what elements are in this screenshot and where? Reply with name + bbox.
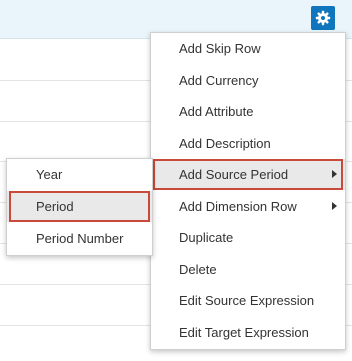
menu-item-label: Edit Source Expression	[179, 293, 315, 308]
source-period-submenu: Year Period Period Number	[6, 158, 153, 256]
menu-item-edit-target-expression[interactable]: Edit Target Expression	[151, 317, 345, 348]
menu-item-add-attribute[interactable]: Add Attribute	[151, 96, 345, 127]
menu-item-delete[interactable]: Delete	[151, 254, 345, 285]
submenu-item-year[interactable]: Year	[7, 159, 152, 190]
menu-item-add-skip-row[interactable]: Add Skip Row	[151, 33, 345, 64]
submenu-item-label: Period	[36, 199, 74, 214]
menu-item-label: Add Source Period	[179, 167, 289, 182]
menu-item-add-dimension-row[interactable]: Add Dimension Row	[151, 191, 345, 222]
menu-item-label: Add Currency	[179, 72, 259, 88]
menu-item-add-source-period[interactable]: Add Source Period	[151, 159, 345, 190]
menu-item-add-description[interactable]: Add Description	[151, 128, 345, 159]
menu-item-label: Add Description	[179, 135, 271, 151]
menu-item-label: Add Skip Row	[179, 41, 261, 56]
context-menu: Add Skip Row Add Currency Add Attribute …	[150, 32, 346, 350]
menu-item-label: Duplicate	[179, 230, 234, 245]
submenu-arrow-icon	[332, 201, 337, 210]
submenu-item-period-number[interactable]: Period Number	[7, 223, 152, 254]
menu-item-label: Delete	[179, 261, 217, 277]
menu-item-add-currency[interactable]: Add Currency	[151, 65, 345, 96]
menu-item-label: Add Attribute	[179, 104, 254, 119]
submenu-arrow-icon	[332, 170, 337, 178]
menu-item-edit-source-expression[interactable]: Edit Source Expression	[151, 285, 345, 316]
submenu-item-label: Year	[36, 167, 63, 182]
submenu-item-period[interactable]: Period	[7, 191, 152, 222]
menu-item-label: Add Dimension Row	[179, 198, 297, 214]
gear-icon	[315, 10, 331, 26]
menu-item-duplicate[interactable]: Duplicate	[151, 222, 345, 253]
settings-button[interactable]	[311, 6, 335, 30]
menu-item-label: Edit Target Expression	[179, 324, 309, 340]
submenu-item-label: Period Number	[36, 231, 124, 246]
